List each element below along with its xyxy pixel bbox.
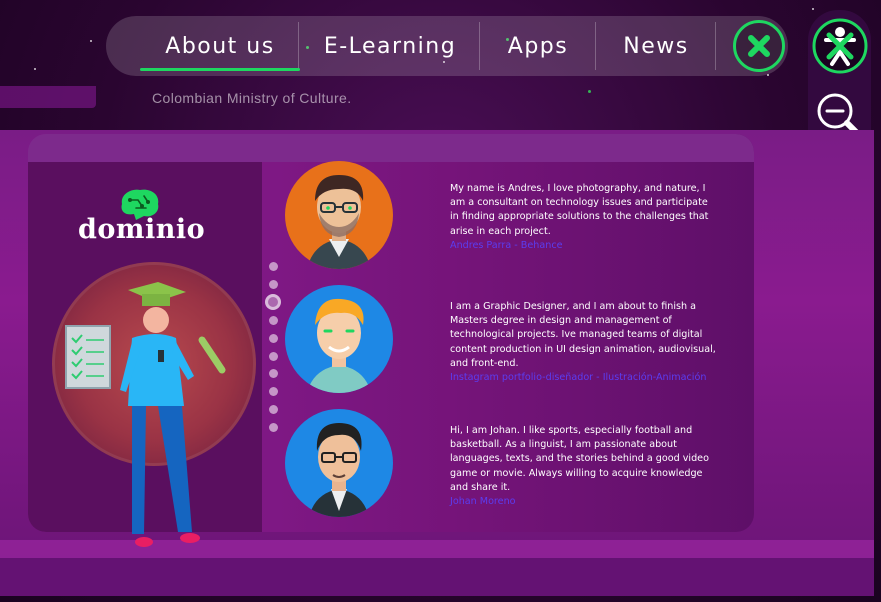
top-navigation: About us E-Learning Apps News [106,16,788,76]
close-menu-button[interactable] [733,20,785,72]
bio-text: I am a Graphic Designer, and I am about … [450,301,716,369]
nav-apps[interactable]: Apps [480,16,596,76]
pager-dot[interactable] [269,405,278,414]
nav-about-us[interactable]: About us [140,16,300,76]
pager-dot[interactable] [269,352,278,361]
page-subtitle: Colombian Ministry of Culture. [152,90,352,106]
avatar-designer [285,285,393,393]
pager-dot[interactable] [269,334,278,343]
close-icon [748,35,770,57]
avatar-andres [285,161,393,269]
pager-dot[interactable] [269,280,278,289]
avatar-designer-portrait [307,298,371,393]
avatar-johan [285,409,393,517]
graduate-illustration [65,282,226,547]
nav-divider [298,22,299,70]
pager-dot[interactable] [269,369,278,378]
pager-dot-active[interactable] [265,294,281,310]
profile-link[interactable]: Johan Moreno [450,495,716,509]
bio-text: My name is Andres, I love photography, a… [450,183,709,237]
team-bio: I am a Graphic Designer, and I am about … [450,300,716,385]
avatar-johan-portrait [309,423,369,517]
pager-dot[interactable] [269,387,278,396]
pager-dot[interactable] [269,316,278,325]
active-tab-indicator [140,68,300,71]
accessibility-toggle-button[interactable] [812,18,868,74]
accessibility-close-icon [812,18,868,74]
nav-news[interactable]: News [596,16,716,76]
avatar-andres-portrait [307,175,371,269]
decorative-bar [0,86,96,108]
team-bio: Hi, I am Johan. I like sports, especiall… [450,424,716,509]
nav-e-learning[interactable]: E-Learning [300,16,480,76]
brand-logo-text: dominio [78,214,206,245]
profile-link[interactable]: Instagram portfolio-diseñador - Ilustrac… [450,371,716,385]
card-header [28,134,754,162]
team-bio: My name is Andres, I love photography, a… [450,182,716,253]
bio-text: Hi, I am Johan. I like sports, especiall… [450,425,709,493]
profile-link[interactable]: Andres Parra - Behance [450,239,716,253]
floor [0,558,874,596]
pager-dot[interactable] [269,423,278,432]
pager-dot[interactable] [269,262,278,271]
nav-divider [715,22,716,70]
